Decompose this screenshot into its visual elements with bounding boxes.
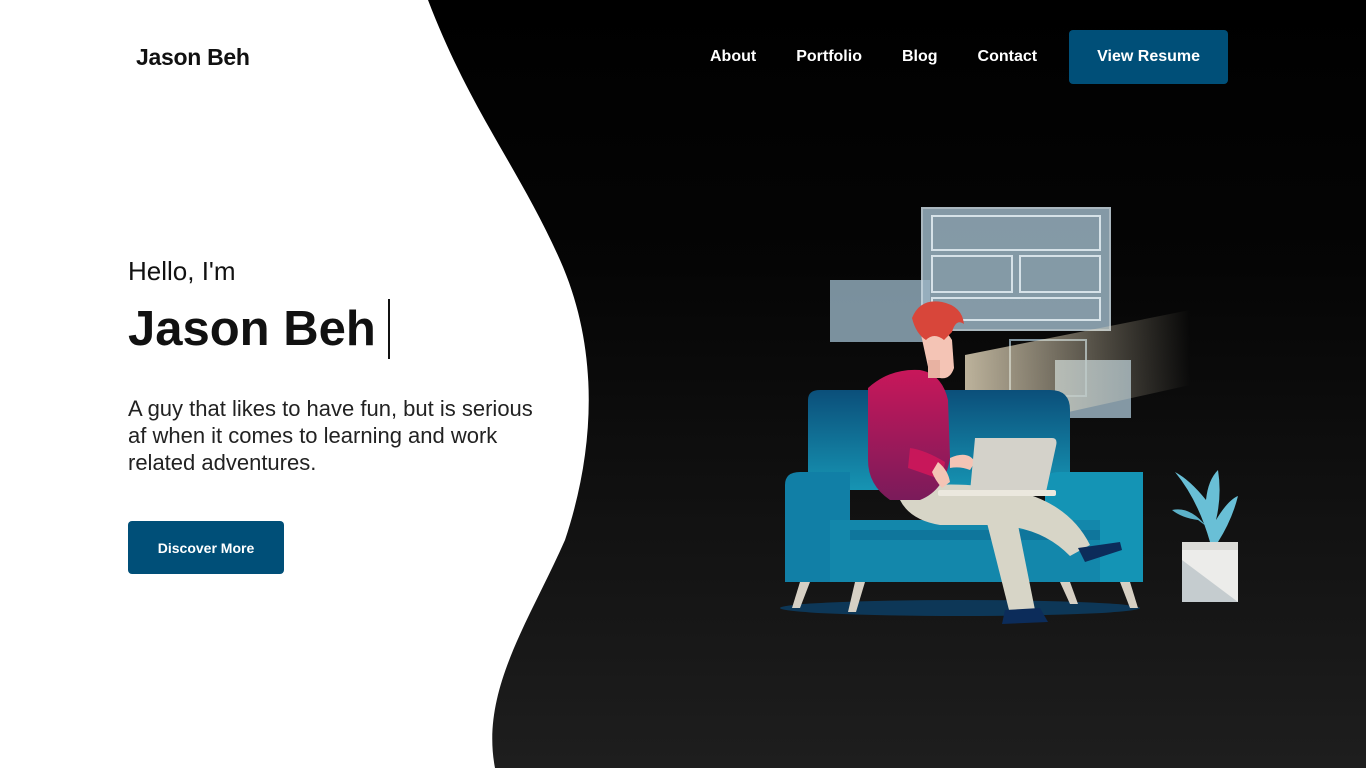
main-nav: About Portfolio Blog Contact View Resume: [690, 30, 1229, 84]
nav-link-about[interactable]: About: [690, 30, 776, 84]
hero-section: Hello, I'm Jason Beh A guy that likes to…: [128, 255, 558, 574]
site-logo[interactable]: Jason Beh: [136, 44, 250, 71]
nav-link-portfolio[interactable]: Portfolio: [776, 30, 882, 84]
discover-more-button[interactable]: Discover More: [128, 521, 284, 574]
hero-name: Jason Beh: [128, 302, 376, 356]
person-on-couch-with-laptop-illustration: [780, 207, 1238, 624]
typing-cursor: [387, 299, 390, 359]
nav-link-blog[interactable]: Blog: [882, 30, 958, 84]
hero-greeting: Hello, I'm: [128, 256, 236, 286]
hero-tagline: A guy that likes to have fun, but is ser…: [128, 396, 533, 475]
hero-name-heading: Jason Beh: [128, 299, 558, 359]
potted-plant: [1172, 470, 1238, 602]
nav-link-contact[interactable]: Contact: [958, 30, 1058, 84]
view-resume-button[interactable]: View Resume: [1069, 30, 1229, 84]
